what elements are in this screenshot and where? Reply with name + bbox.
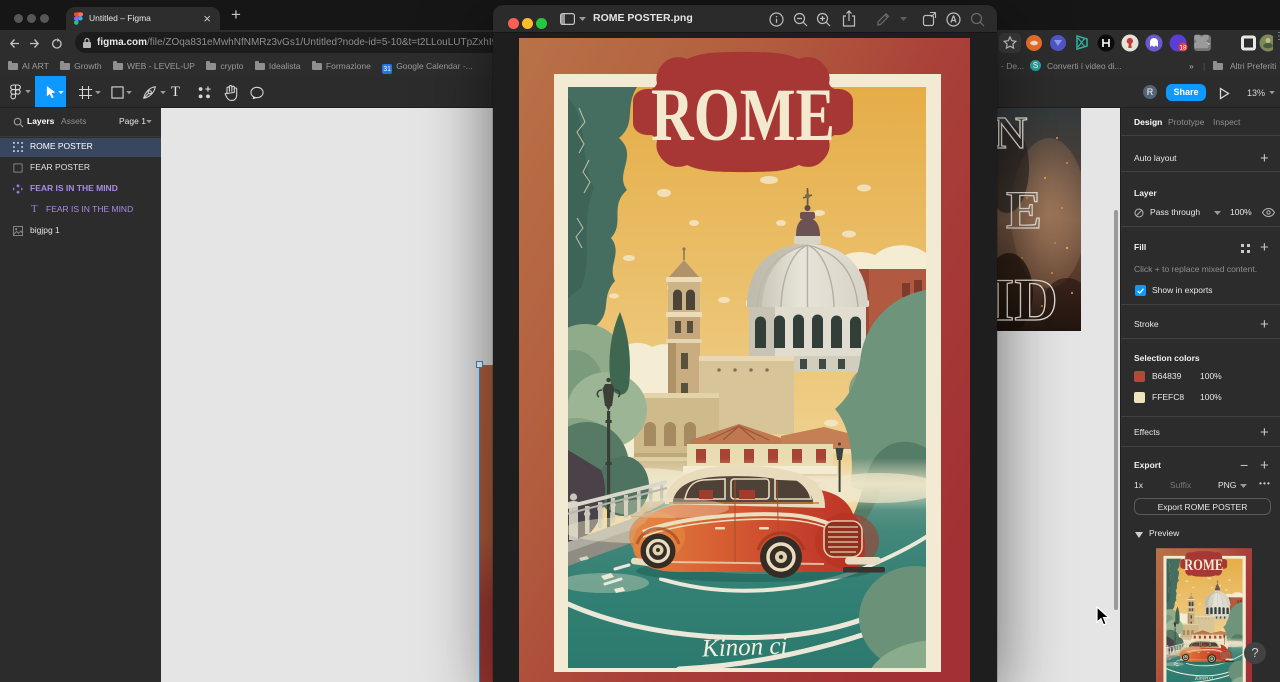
svg-text:Kinon ci: Kinon ci (701, 633, 788, 663)
svg-text:18: 18 (1179, 45, 1187, 52)
svg-text:ROME: ROME (651, 74, 835, 157)
svg-text:N: N (997, 108, 1027, 158)
svg-text:ID: ID (997, 267, 1058, 331)
svg-text:E: E (1006, 180, 1042, 240)
